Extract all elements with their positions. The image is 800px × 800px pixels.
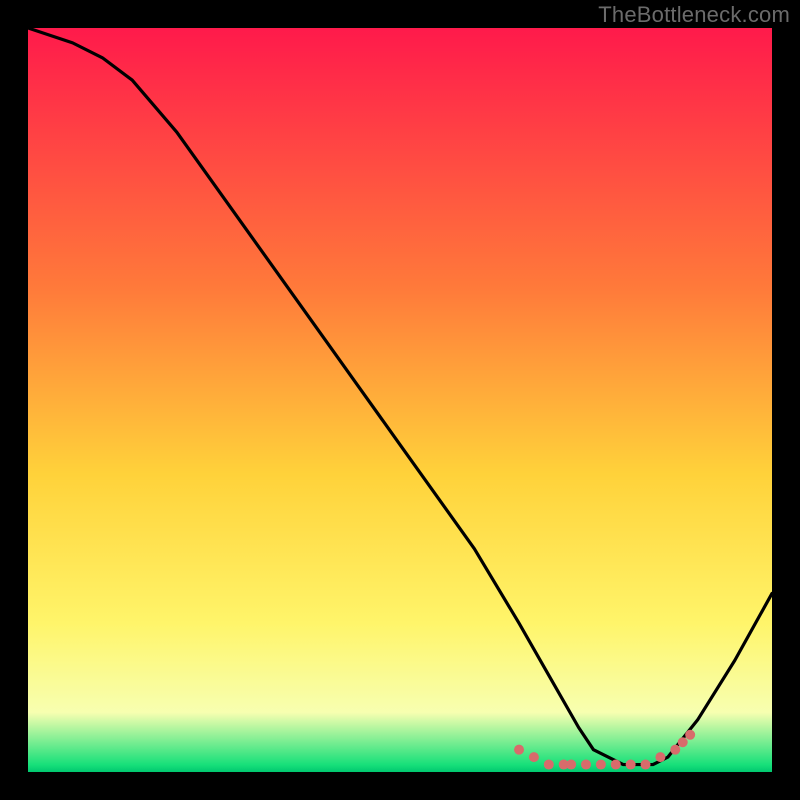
highlight-point [685, 730, 695, 740]
chart-svg [28, 28, 772, 772]
highlight-point [529, 752, 539, 762]
highlight-point [581, 760, 591, 770]
plot-area [28, 28, 772, 772]
watermark-text: TheBottleneck.com [598, 2, 790, 28]
chart-frame: TheBottleneck.com [0, 0, 800, 800]
highlight-point [611, 760, 621, 770]
highlight-point [514, 745, 524, 755]
highlight-point [544, 760, 554, 770]
highlight-point [655, 752, 665, 762]
highlight-point [670, 745, 680, 755]
gradient-background [28, 28, 772, 772]
highlight-point [626, 760, 636, 770]
highlight-point [596, 760, 606, 770]
highlight-point [566, 760, 576, 770]
highlight-point [678, 737, 688, 747]
highlight-point [641, 760, 651, 770]
